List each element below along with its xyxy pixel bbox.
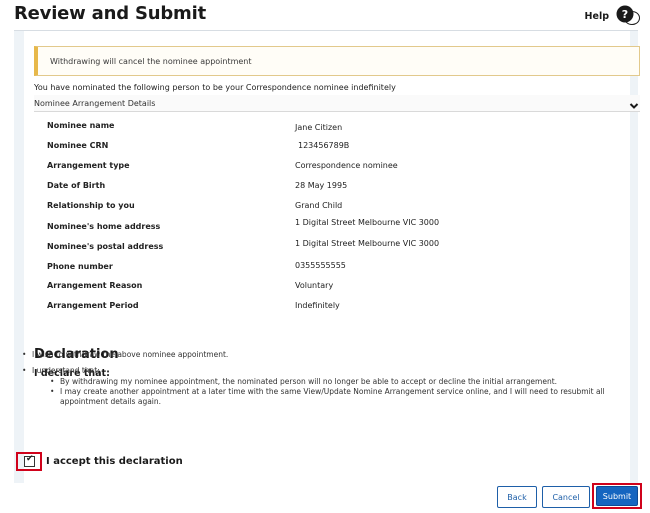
detail-row-phone-number: Phone number 0355555555 [47, 261, 627, 275]
submit-highlight: Submit [592, 483, 642, 509]
detail-value: Correspondence nominee [295, 161, 398, 170]
svg-text:?: ? [622, 8, 628, 21]
accept-label[interactable]: I accept this declaration [46, 456, 183, 467]
detail-label: Relationship to you [47, 201, 135, 210]
declaration-subitem: I may create another appointment at a la… [50, 387, 612, 407]
detail-value: Jane Citizen [295, 123, 343, 132]
detail-row-arrangement-period: Arrangement Period Indefinitely [47, 301, 627, 315]
detail-label: Arrangement Period [47, 301, 139, 310]
detail-label: Arrangement Reason [47, 281, 143, 290]
detail-label: Nominee name [47, 121, 115, 130]
detail-label: Nominee's home address [47, 222, 161, 231]
detail-label: Phone number [47, 262, 113, 271]
cancel-button[interactable]: Cancel [542, 486, 590, 508]
detail-value: 0355555555 [295, 261, 346, 270]
detail-row-postal-address: Nominee's postal address 1 Digital Stree… [47, 239, 627, 255]
detail-row-home-address: Nominee's home address 1 Digital Street … [47, 218, 627, 235]
detail-value: 123456789B [298, 141, 350, 150]
detail-value: 1 Digital Street Melbourne VIC 3000 [295, 218, 440, 227]
help-question-icon: ? [615, 5, 641, 27]
detail-value: Grand Child [295, 201, 343, 210]
submit-button[interactable]: Submit [596, 486, 638, 506]
declaration-subitem: By withdrawing my nominee appointment, t… [50, 377, 612, 387]
declaration-list: I wish to withdraw the above nominee app… [22, 350, 612, 413]
detail-value: Indefinitely [295, 301, 340, 310]
detail-label: Date of Birth [47, 181, 106, 190]
detail-row-arrangement-type: Arrangement type Correspondence nominee [47, 161, 627, 175]
detail-row-relationship: Relationship to you Grand Child [47, 201, 627, 215]
help-link[interactable]: Help ? [585, 5, 641, 27]
detail-value: 28 May 1995 [295, 181, 348, 190]
declaration-sublist: By withdrawing my nominee appointment, t… [32, 377, 612, 407]
detail-row-date-of-birth: Date of Birth 28 May 1995 [47, 181, 627, 195]
page-title: Review and Submit [14, 3, 206, 24]
detail-row-nominee-name: Nominee name Jane Citizen [47, 121, 627, 135]
detail-row-arrangement-reason: Arrangement Reason Voluntary [47, 281, 627, 295]
declaration-item: I wish to withdraw the above nominee app… [22, 350, 612, 360]
accept-checkbox[interactable]: ✔ [24, 454, 35, 467]
withdraw-alert: Withdrawing will cancel the nominee appo… [34, 46, 640, 76]
alert-text: Withdrawing will cancel the nominee appo… [50, 56, 252, 66]
declaration-item: I understand that: By withdrawing my nom… [22, 366, 612, 407]
declaration-item-text: I understand that: [32, 366, 100, 375]
nominee-details-toggle[interactable]: Nominee Arrangement Details [34, 95, 640, 112]
detail-row-nominee-crn: Nominee CRN 123456789B [47, 141, 627, 155]
back-button[interactable]: Back [497, 486, 537, 508]
section-header-label: Nominee Arrangement Details [34, 98, 156, 108]
checkmark-icon: ✔ [26, 454, 34, 464]
help-label: Help [584, 10, 609, 22]
chevron-down-icon [628, 97, 640, 109]
detail-value: Voluntary [295, 281, 334, 290]
review-content: Withdrawing will cancel the nominee appo… [24, 31, 640, 483]
detail-label: Nominee's postal address [47, 242, 164, 251]
accept-highlight: ✔ [16, 452, 42, 471]
detail-value: 1 Digital Street Melbourne VIC 3000 [295, 239, 440, 248]
review-panel: Withdrawing will cancel the nominee appo… [14, 30, 640, 483]
detail-label: Nominee CRN [47, 141, 109, 150]
detail-label: Arrangement type [47, 161, 130, 170]
intro-text: You have nominated the following person … [34, 83, 396, 92]
